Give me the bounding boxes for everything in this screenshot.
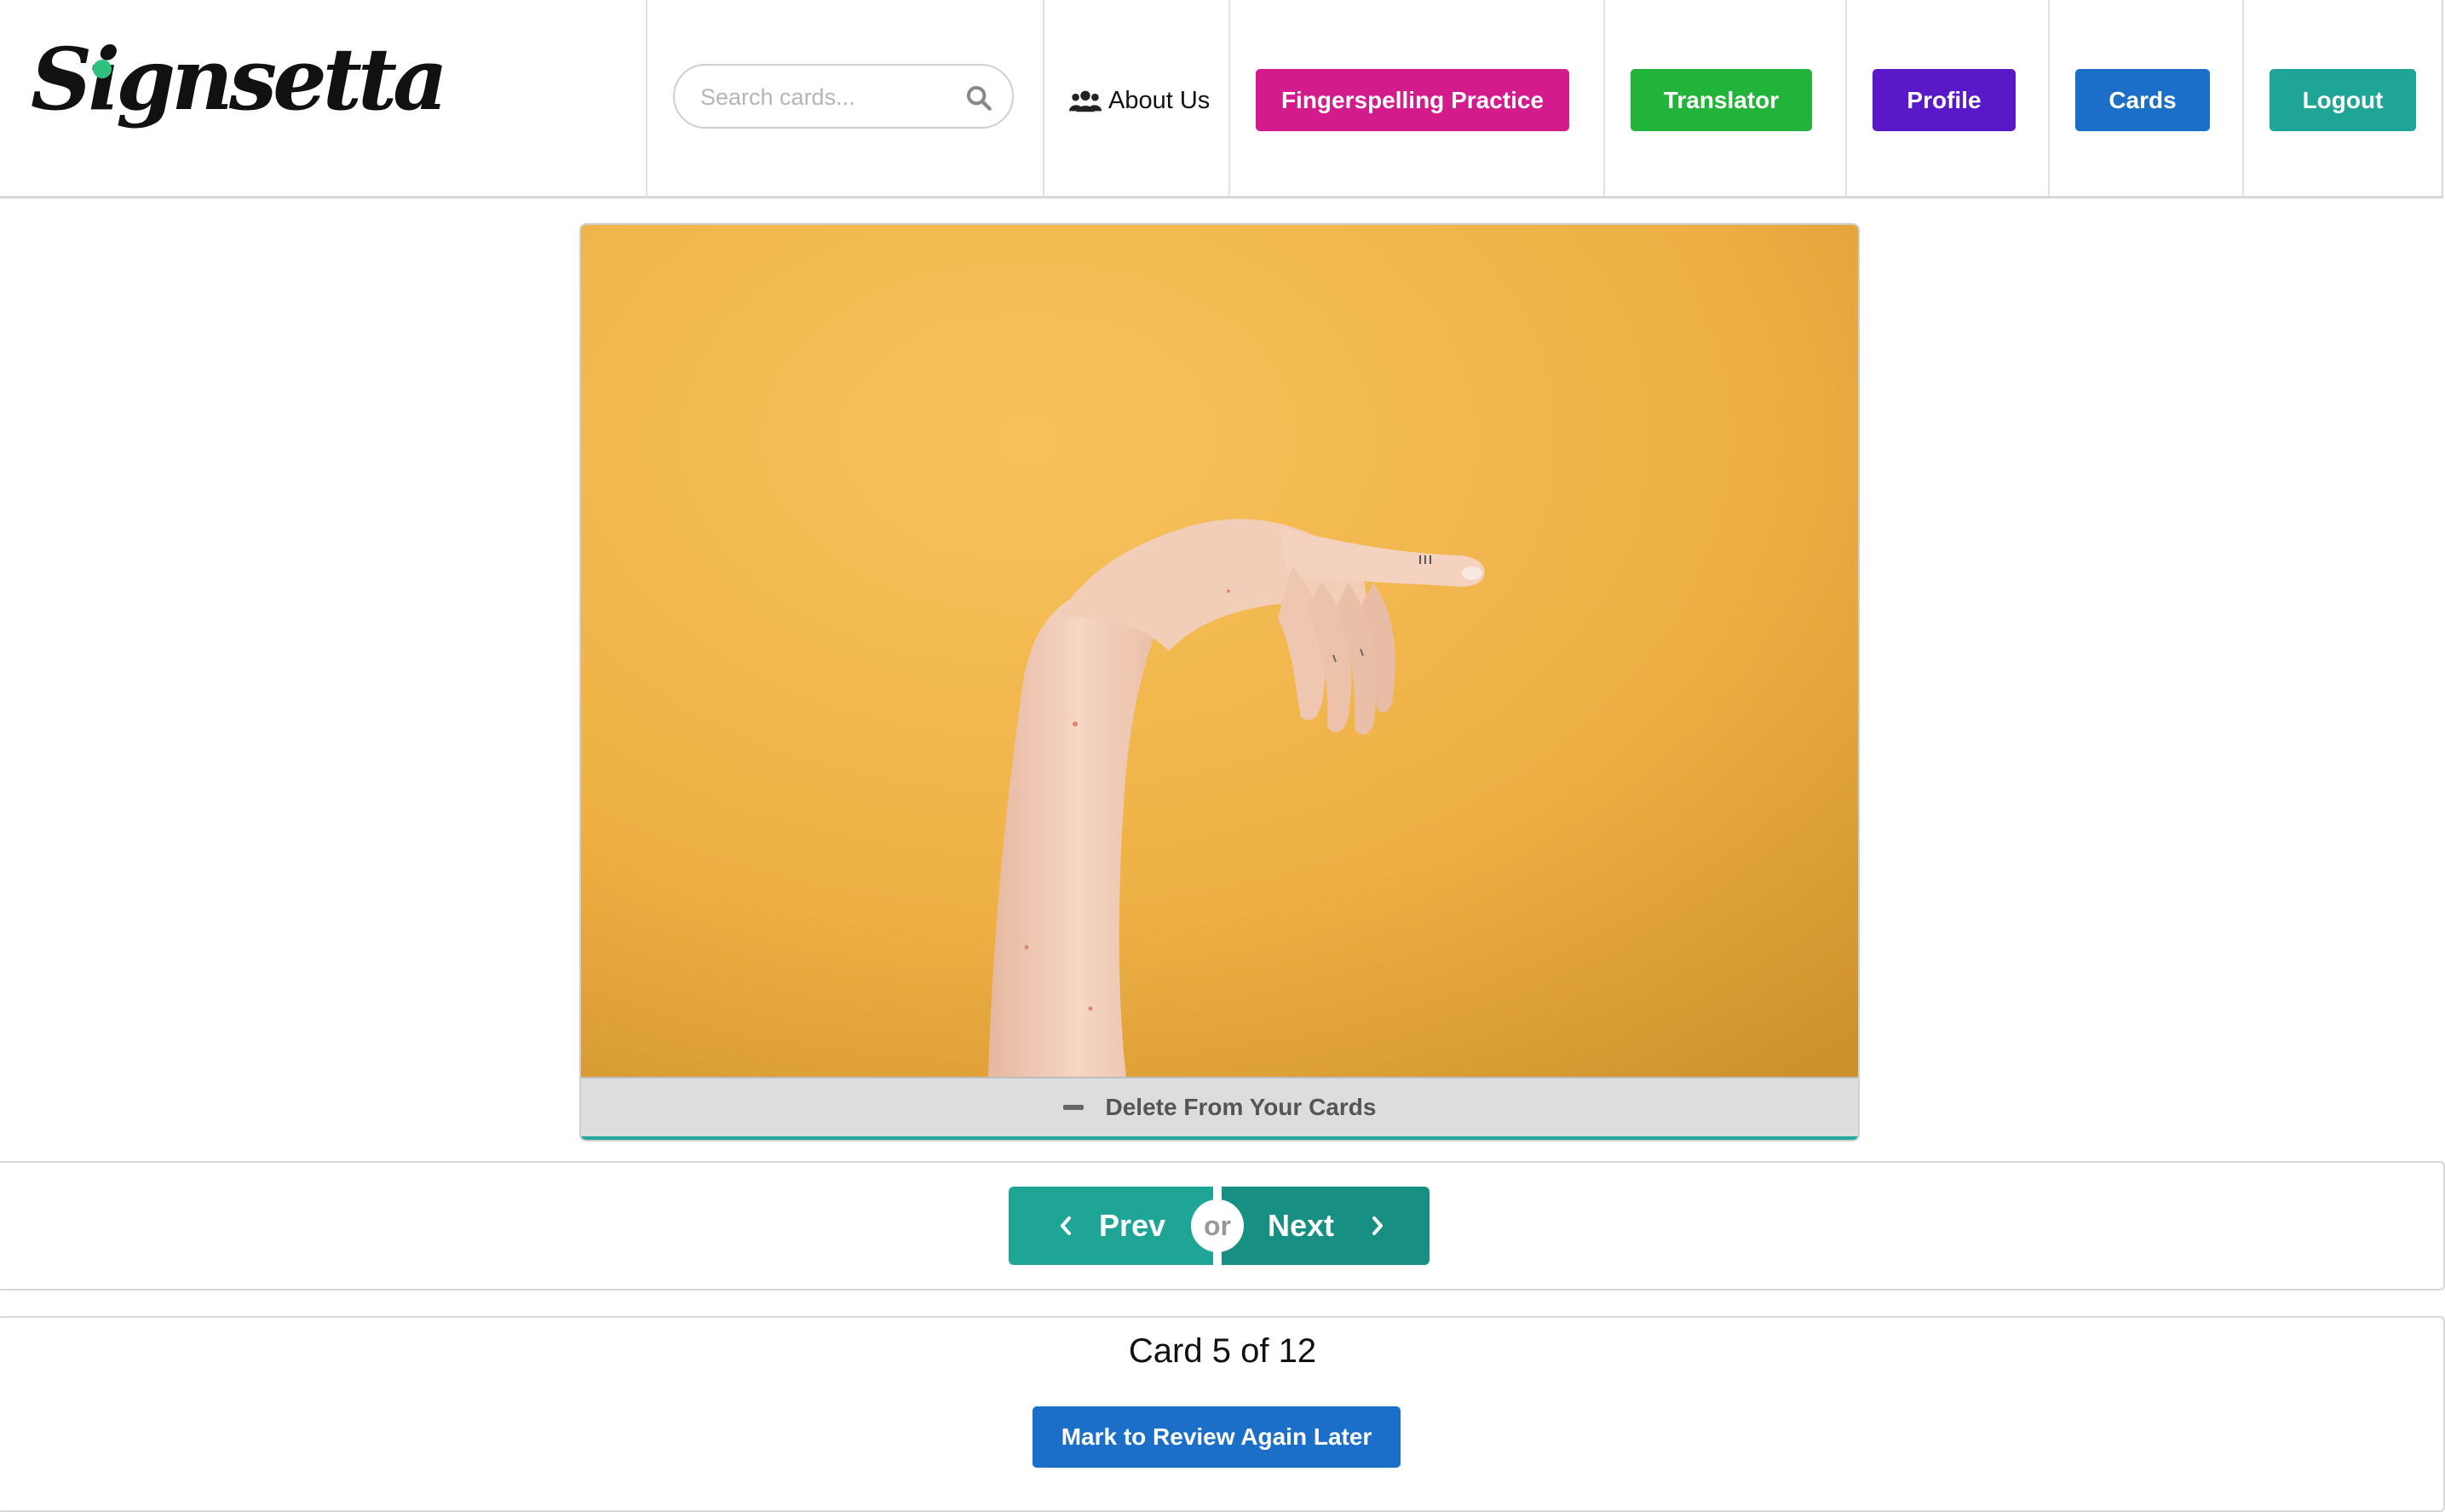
fingerspelling-practice-button[interactable]: Fingerspelling Practice [1256, 69, 1569, 131]
delete-card-label: Delete From Your Cards [1105, 1094, 1377, 1120]
hand-sign-photo [581, 225, 1858, 1077]
card-counter: Card 5 of 12 [1128, 1332, 1317, 1370]
search-box[interactable] [673, 64, 1014, 129]
about-us-link[interactable]: About Us [1069, 82, 1210, 119]
search-icon[interactable] [964, 83, 993, 112]
divider [2048, 0, 2050, 196]
delete-card-button[interactable]: Delete From Your Cards [581, 1077, 1858, 1140]
chevron-right-icon [1372, 1216, 1384, 1235]
sign-card: Delete From Your Cards [579, 223, 1860, 1141]
next-label: Next [1268, 1208, 1335, 1243]
hand-sign-image [581, 225, 1858, 1077]
cards-button[interactable]: Cards [2075, 69, 2210, 131]
translator-button[interactable]: Translator [1631, 69, 1812, 131]
logout-button[interactable]: Logout [2270, 69, 2416, 131]
search-input[interactable] [699, 78, 958, 117]
about-us-label: About Us [1108, 86, 1211, 114]
divider [1228, 0, 1230, 196]
next-button[interactable]: Next [1222, 1187, 1430, 1265]
chevron-left-icon [1061, 1216, 1071, 1235]
prev-label: Prev [1099, 1208, 1166, 1243]
minus-icon [1062, 1105, 1084, 1110]
profile-button[interactable]: Profile [1873, 69, 2016, 131]
logo-dot [93, 60, 112, 78]
divider [2242, 0, 2244, 196]
users-icon [1069, 90, 1102, 112]
top-navbar: Signsetta About Us Fingerspelling Practi… [0, 0, 2443, 198]
mark-review-button[interactable]: Mark to Review Again Later [1033, 1406, 1401, 1468]
signsetta-logo[interactable]: Signsetta [31, 29, 448, 153]
divider [646, 0, 647, 196]
divider [1845, 0, 1847, 196]
prev-button[interactable]: Prev [1009, 1187, 1213, 1265]
or-divider: or [1191, 1199, 1244, 1252]
logo-text: Signsetta [31, 29, 448, 129]
divider [1603, 0, 1605, 196]
divider [1043, 0, 1044, 196]
